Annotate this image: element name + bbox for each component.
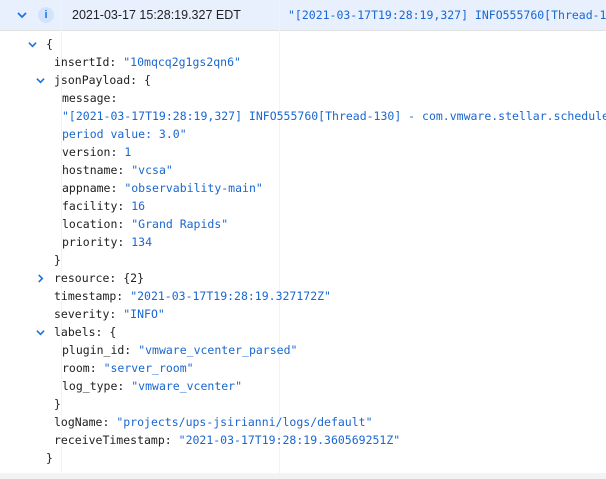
field-key: room: (62, 361, 97, 375)
field-key: resource: (54, 271, 117, 285)
field-room: room: "server_room" (62, 359, 194, 377)
field-insert-id: insertId: "10mqcq2g1gs2qn6" (54, 53, 241, 71)
field-key: jsonPayload: (54, 73, 138, 87)
next-entry-edge (0, 473, 606, 479)
field-facility: facility: 16 (62, 197, 145, 215)
field-hostname: hostname: "vcsa" (62, 161, 173, 179)
field-value: "2021-03-17T19:28:19.327172Z" (130, 289, 331, 303)
log-entry-header[interactable]: i 2021-03-17 15:28:19.327 EDT "[2021-03-… (0, 0, 606, 31)
field-version: version: 1 (62, 143, 131, 161)
field-message-value-line2: period value: 3.0" (62, 127, 187, 141)
field-log-name: logName: "projects/ups-jsirianni/logs/de… (54, 413, 373, 431)
field-value: "vmware_vcenter_parsed" (138, 343, 298, 357)
field-value: "projects/ups-jsirianni/logs/default" (116, 415, 373, 429)
field-log-type: log_type: "vmware_vcenter" (62, 377, 242, 395)
field-key: severity: (54, 307, 117, 321)
field-value: "Grand Rapids" (131, 217, 229, 231)
field-value: "INFO" (123, 307, 165, 321)
field-receive-timestamp: receiveTimestamp: "2021-03-17T19:28:19.3… (54, 431, 400, 449)
field-value: "server_room" (103, 361, 194, 375)
collapse-labels-chevron-icon[interactable] (34, 323, 46, 341)
field-key: facility: (62, 199, 125, 213)
json-tree: { insertId: "10mqcq2g1gs2qn6" jsonPayloa… (0, 30, 606, 479)
field-key: logName: (54, 415, 110, 429)
field-labels: labels: { (54, 323, 116, 341)
field-key: priority: (62, 235, 125, 249)
field-value: 1 (124, 145, 132, 159)
field-key: timestamp: (54, 289, 124, 303)
field-plugin-id: plugin_id: "vmware_vcenter_parsed" (62, 341, 297, 359)
field-value: 16 (131, 199, 146, 213)
field-appname: appname: "observability-main" (62, 179, 263, 197)
collapse-root-chevron-icon[interactable] (26, 35, 38, 53)
labels-close-brace: } (54, 397, 61, 411)
field-timestamp: timestamp: "2021-03-17T19:28:19.327172Z" (54, 287, 331, 305)
field-key: version: (62, 145, 118, 159)
entry-timestamp: 2021-03-17 15:28:19.327 EDT (72, 8, 241, 22)
field-resource[interactable]: resource: {2} (54, 269, 144, 287)
field-value: "2021-03-17T19:28:19.360569251Z" (178, 433, 401, 447)
field-severity: severity: "INFO" (54, 305, 165, 323)
field-priority: priority: 134 (62, 233, 152, 251)
root-open-brace: { (46, 37, 53, 51)
field-value: 134 (131, 235, 153, 249)
collapse-json-payload-chevron-icon[interactable] (34, 71, 46, 89)
open-brace: { (144, 73, 151, 87)
field-key: receiveTimestamp: (54, 433, 172, 447)
field-key: labels: (54, 325, 103, 339)
field-key: plugin_id: (62, 343, 132, 357)
open-brace: { (109, 325, 117, 339)
json-payload-close-brace: } (54, 253, 61, 267)
field-value: "vcsa" (131, 163, 173, 177)
field-value: {2} (123, 271, 145, 285)
field-message-value-line1: "[2021-03-17T19:28:19,327] INFO555760[Th… (62, 109, 606, 123)
field-location: location: "Grand Rapids" (62, 215, 228, 233)
field-json-payload: jsonPayload: { (54, 71, 151, 89)
field-key: appname: (62, 181, 118, 195)
field-value: "vmware_vcenter" (131, 379, 243, 393)
field-value: "observability-main" (124, 181, 263, 195)
info-icon: i (38, 7, 54, 23)
collapse-entry-chevron-icon[interactable] (13, 6, 31, 24)
field-key: hostname: (62, 163, 125, 177)
field-message-key: message: (62, 91, 118, 105)
root-close-brace: } (46, 451, 53, 465)
field-key: location: (62, 217, 125, 231)
field-value: "10mqcq2g1gs2qn6" (123, 55, 241, 69)
field-key: log_type: (62, 379, 125, 393)
entry-summary: "[2021-03-17T19:28:19,327] INFO555760[Th… (288, 8, 606, 22)
field-key: insertId: (54, 55, 117, 69)
expand-resource-chevron-icon[interactable] (34, 269, 46, 287)
